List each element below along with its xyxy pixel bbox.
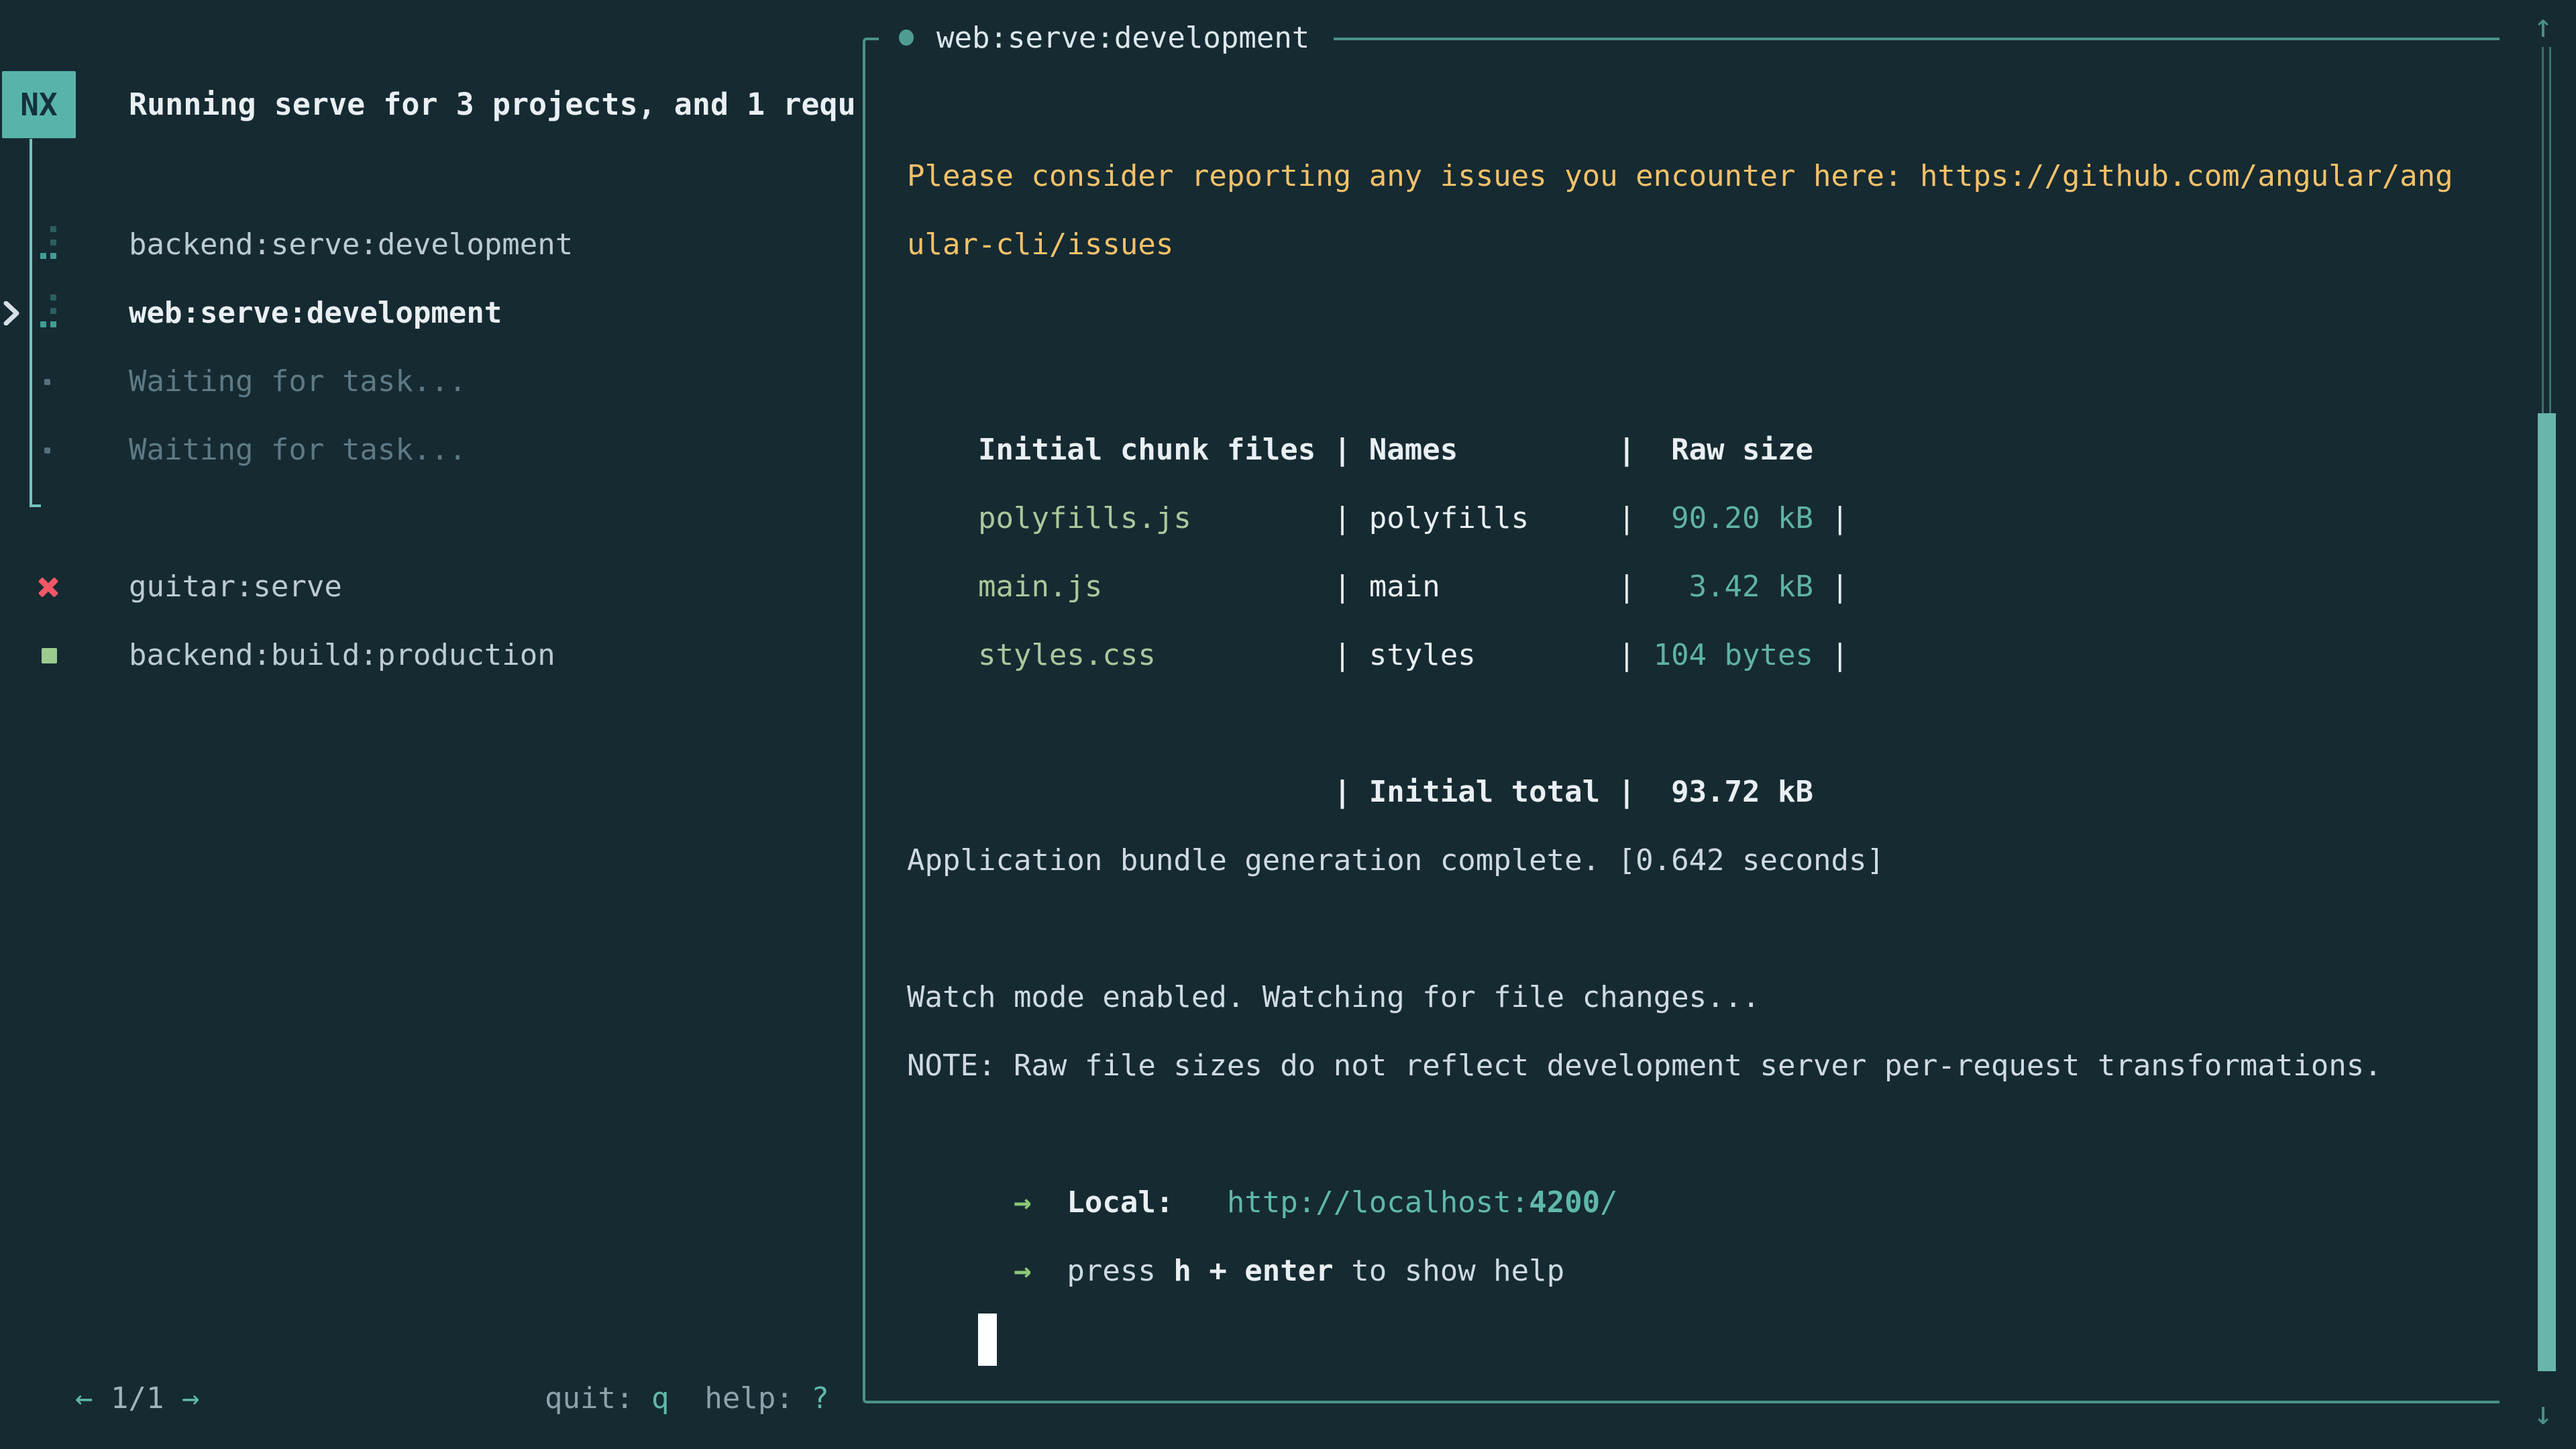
scroll-up-arrow-icon[interactable]: ↑: [2520, 3, 2567, 50]
keyboard-shortcuts: quit: q help: ?: [509, 1308, 829, 1368]
task-row-web-serve[interactable]: web:serve:development: [0, 279, 852, 347]
local-url-suffix[interactable]: /: [1600, 1169, 1618, 1237]
total-label: Initial total: [1369, 758, 1600, 826]
dot-icon: [44, 447, 50, 453]
chunk-name: styles: [1369, 621, 1600, 690]
terminal-line-note: NOTE: Raw file sizes do not reflect deve…: [907, 1032, 2477, 1100]
chunk-size: 3.42 kB: [1654, 553, 1813, 621]
page-right-arrow[interactable]: →: [182, 1381, 200, 1415]
chunk-table-total-row: | Initial total | 93.72 kB: [907, 690, 2477, 758]
page-indicator: 1/1: [93, 1381, 181, 1415]
task-tree-corner: [30, 504, 41, 507]
terminal-line-blank: [907, 279, 2477, 347]
terminal-cursor: [978, 1313, 997, 1366]
local-label: Local:: [1067, 1169, 1173, 1237]
chunk-name: polyfills: [1369, 484, 1600, 553]
terminal-line-blank: [907, 895, 2477, 963]
column-separator: |: [1813, 553, 1849, 621]
spinner-dots-icon: [40, 293, 60, 333]
terminal-pane-title: web:serve:development: [879, 13, 1334, 62]
chunk-table-header: Initial chunk files| Names | Raw size: [907, 347, 2477, 416]
local-url[interactable]: http://localhost:: [1227, 1169, 1529, 1237]
running-dot-icon: [899, 30, 914, 46]
column-separator: |: [1334, 758, 1369, 826]
scroll-down-arrow-icon[interactable]: ↓: [2520, 1390, 2567, 1437]
local-url-port[interactable]: 4200: [1529, 1169, 1600, 1237]
nx-logo: NX: [2, 71, 76, 138]
chevron-right-icon: [3, 301, 20, 325]
terminal-line-issue-2: ular-cli/issues: [907, 211, 2477, 279]
task-row-waiting-1[interactable]: Waiting for task...: [0, 347, 852, 416]
task-label: backend:serve:development: [129, 211, 573, 279]
column-separator: |: [1813, 484, 1849, 553]
column-separator: |: [1600, 758, 1653, 826]
dot-icon: [44, 379, 50, 385]
task-row-backend-serve[interactable]: backend:serve:development: [0, 211, 852, 279]
task-row-waiting-2[interactable]: Waiting for task...: [0, 416, 852, 484]
task-label: Waiting for task...: [129, 347, 466, 416]
task-label: guitar:serve: [129, 553, 342, 621]
task-label: web:serve:development: [129, 279, 502, 347]
square-icon: [42, 648, 57, 663]
scrollbar-thumb[interactable]: [2538, 413, 2556, 1371]
column-separator: |: [1334, 553, 1369, 621]
chunk-size: 104 bytes: [1654, 621, 1813, 690]
arrow-right-icon: →: [1014, 1237, 1031, 1305]
help-post: to show help: [1334, 1237, 1564, 1305]
column-separator: |: [1600, 416, 1653, 484]
sidebar-title: Running serve for 3 projects, and 1 requ: [129, 71, 853, 138]
chunk-file: main.js: [978, 553, 1334, 621]
quit-label: quit:: [545, 1381, 651, 1415]
column-separator: |: [1813, 621, 1849, 690]
col-header-size: Raw size: [1654, 416, 1813, 484]
chunk-file: styles.css: [978, 621, 1334, 690]
column-separator: |: [1600, 484, 1653, 553]
chunk-size: 90.20 kB: [1654, 484, 1813, 553]
col-header-names: Names: [1369, 416, 1600, 484]
col-header-files: Initial chunk files: [978, 416, 1334, 484]
terminal-line-watch: Watch mode enabled. Watching for file ch…: [907, 963, 2477, 1032]
scrollbar-track[interactable]: [2542, 47, 2551, 413]
task-label: Waiting for task...: [129, 416, 466, 484]
task-label: backend:build:production: [129, 621, 555, 690]
x-mark-icon: [38, 576, 59, 598]
pagination: ← 1/1 →: [40, 1308, 199, 1368]
terminal-line-local: →Local:http://localhost:4200/: [907, 1100, 2477, 1169]
help-label: help:: [669, 1381, 811, 1415]
task-row-guitar-serve[interactable]: guitar:serve: [0, 553, 852, 621]
terminal-output: Please consider reporting any issues you…: [907, 142, 2477, 1305]
page-left-arrow[interactable]: ←: [75, 1381, 93, 1415]
task-row-backend-build[interactable]: backend:build:production: [0, 621, 852, 690]
terminal-line-bundle: Application bundle generation complete. …: [907, 826, 2477, 895]
chunk-name: main: [1369, 553, 1600, 621]
column-separator: |: [1334, 416, 1369, 484]
help-key: ?: [811, 1381, 829, 1415]
column-separator: |: [1600, 621, 1653, 690]
spinner-dots-icon: [40, 225, 60, 265]
column-separator: |: [1600, 553, 1653, 621]
help-key-combo: h + enter: [1173, 1237, 1333, 1305]
column-separator: |: [1334, 484, 1369, 553]
terminal-title-text: web:serve:development: [936, 21, 1309, 55]
terminal-line-issue-1: Please consider reporting any issues you…: [907, 142, 2477, 211]
help-pre: press: [1067, 1237, 1173, 1305]
total-size: 93.72 kB: [1654, 758, 1813, 826]
column-separator: |: [1334, 621, 1369, 690]
quit-key: q: [651, 1381, 669, 1415]
chunk-file: polyfills.js: [978, 484, 1334, 553]
arrow-right-icon: →: [1014, 1169, 1031, 1237]
